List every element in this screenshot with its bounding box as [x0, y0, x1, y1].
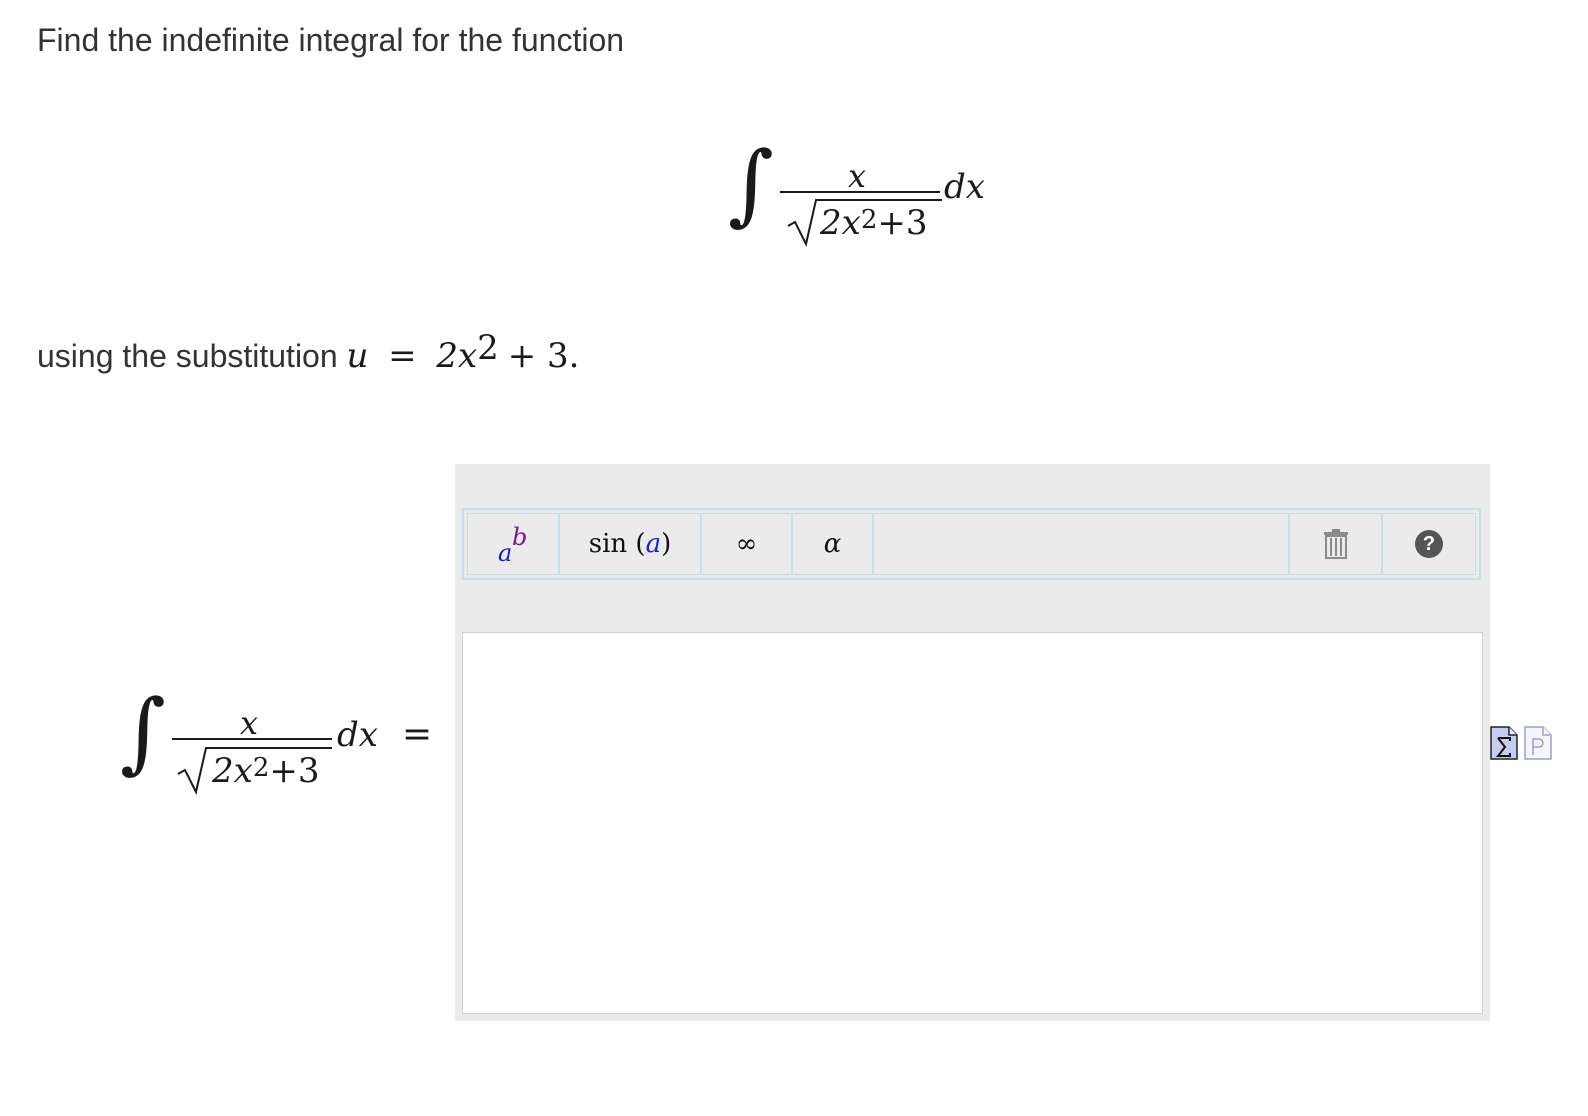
equals-sign: =: [402, 714, 433, 755]
help-icon: ?: [1415, 530, 1443, 558]
differential: dx: [337, 715, 378, 755]
answer-input[interactable]: [462, 632, 1483, 1014]
fraction-bar: [172, 738, 332, 740]
trash-icon: [1323, 529, 1348, 559]
fraction-denominator: 2x2+3: [212, 751, 320, 791]
math-toolbar: a b sin (a) ∞ α ?: [462, 508, 1481, 580]
toolbar-spacer: [874, 514, 1290, 574]
help-button[interactable]: ?: [1383, 514, 1475, 574]
question-prompt: Find the indefinite integral for the fun…: [37, 22, 625, 58]
exponent-button[interactable]: a b: [468, 514, 560, 574]
substitution-line: using the substitution u = 2x2 + 3.: [37, 328, 580, 376]
fraction-bar: [780, 191, 940, 193]
fraction-denominator: 2x2+3: [820, 203, 928, 243]
clear-button[interactable]: [1290, 514, 1383, 574]
integral-sign: ∫: [120, 680, 166, 783]
fraction-numerator: x: [240, 704, 259, 742]
sigma-equation-icon[interactable]: [1490, 726, 1518, 760]
function-sin-button[interactable]: sin (a): [560, 514, 702, 574]
exponent-template-icon: a b: [498, 523, 528, 567]
plain-text-page-icon[interactable]: [1524, 726, 1552, 760]
greek-letters-button[interactable]: α: [793, 514, 874, 574]
differential: dx: [944, 167, 985, 207]
answer-editor: a b sin (a) ∞ α ?: [455, 464, 1490, 1021]
infinity-button[interactable]: ∞: [702, 514, 793, 574]
integral-sign: ∫: [728, 132, 774, 235]
fraction-numerator: x: [848, 157, 867, 195]
